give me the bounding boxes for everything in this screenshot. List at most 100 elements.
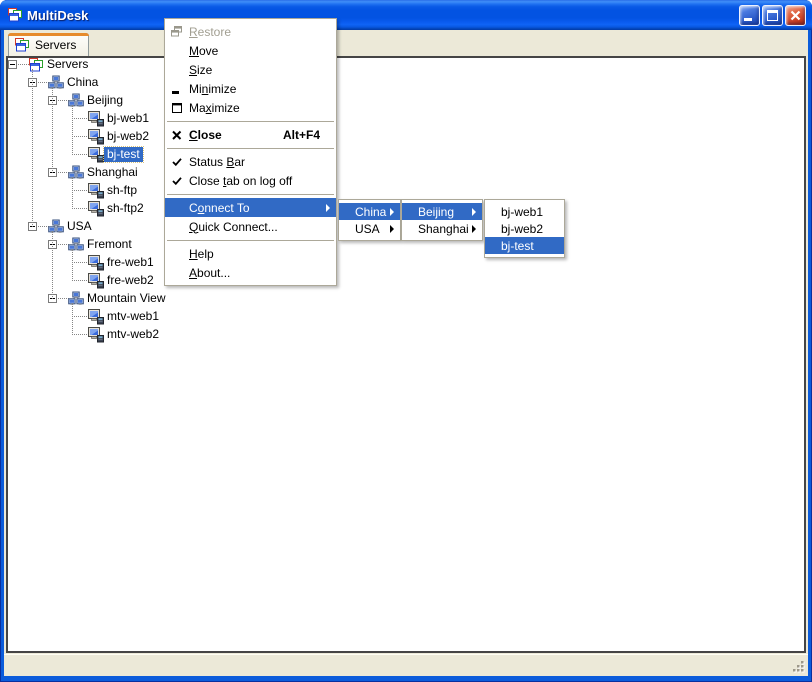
tree-connector (72, 249, 74, 281)
tree-label: Servers (44, 57, 91, 72)
computer-icon (88, 309, 104, 325)
multidesk-icon (28, 57, 44, 73)
titlebar: MultiDesk (0, 0, 812, 30)
menu-item-move[interactable]: Move (165, 41, 336, 60)
computer-icon (88, 147, 104, 163)
tree-connector (72, 262, 89, 264)
no-icon (165, 201, 189, 215)
tab-servers[interactable]: Servers (8, 33, 89, 56)
submenu-arrow-icon (326, 204, 330, 212)
tree-row-mountain-view[interactable]: Mountain View (8, 290, 804, 308)
tree-row-mtv-web1[interactable]: mtv-web1 (8, 308, 804, 326)
server-tree: ServersChinaBeijingbj-web1bj-web2bj-test… (6, 56, 806, 653)
tree-connector (72, 118, 89, 120)
submenu-arrow-icon (472, 225, 476, 233)
tree-label: Beijing (84, 93, 126, 108)
menu-item-help[interactable]: Help (165, 244, 336, 263)
tree-row-beijing[interactable]: Beijing (8, 92, 804, 110)
minimize-button[interactable] (739, 5, 760, 26)
tree-row-servers[interactable]: Servers (8, 56, 804, 74)
submenu-arrow-icon (472, 208, 476, 216)
menu-item-about[interactable]: About... (165, 263, 336, 282)
client-area: Servers ServersChinaBeijingbj-web1bj-web… (4, 30, 808, 654)
tree-label: bj-web1 (104, 111, 152, 126)
tree-connector (72, 190, 89, 192)
no-icon (165, 63, 189, 77)
no-icon (165, 266, 189, 280)
submenu-arrow-icon (390, 225, 394, 233)
menu-item-quick-connect[interactable]: Quick Connect... (165, 217, 336, 236)
site-icon (68, 93, 84, 109)
tree-label: USA (64, 219, 95, 234)
tree-row-bj-test[interactable]: bj-test (8, 146, 804, 164)
site-icon (48, 75, 64, 91)
menu-item-size[interactable]: Size (165, 60, 336, 79)
tree-label: sh-ftp2 (104, 201, 147, 216)
tree-label: China (64, 75, 101, 90)
submenu-item-bj-web1[interactable]: bj-web1 (485, 203, 564, 220)
computer-icon (88, 201, 104, 217)
close-icon (789, 9, 802, 22)
menu-item-minimize[interactable]: Minimize (165, 79, 336, 98)
submenu-item-bj-test[interactable]: bj-test (485, 237, 564, 254)
tree-connector (52, 231, 54, 299)
tab-label: Servers (35, 38, 76, 52)
tree-row-china[interactable]: China (8, 74, 804, 92)
tree-label: bj-test (104, 147, 143, 162)
multidesk-icon (7, 7, 23, 23)
tree-connector (52, 87, 54, 173)
tab-strip: Servers (4, 30, 808, 56)
tree-row-bj-web1[interactable]: bj-web1 (8, 110, 804, 128)
tree-connector (72, 316, 89, 318)
window: MultiDesk Servers ServersChinaBeijingbj-… (0, 0, 812, 682)
check-icon (165, 174, 189, 188)
site-icon (68, 165, 84, 181)
tree-label: mtv-web2 (104, 327, 162, 342)
menu-shortcut: Alt+F4 (283, 128, 336, 142)
submenu-item-usa[interactable]: USA (339, 220, 400, 237)
no-icon (165, 220, 189, 234)
tree-row-fre-web2[interactable]: fre-web2 (8, 272, 804, 290)
restore-icon (165, 25, 189, 39)
menu-item-close-tab-on-log-off[interactable]: Close tab on log off (165, 171, 336, 190)
menu-item-status-bar[interactable]: Status Bar (165, 152, 336, 171)
submenu-cities: BeijingShanghai (401, 199, 483, 241)
minimize-glyph-icon (165, 82, 189, 96)
tree-row-mtv-web2[interactable]: mtv-web2 (8, 326, 804, 344)
tree-label: Mountain View (84, 291, 169, 306)
tree-label: fre-web2 (104, 273, 157, 288)
maximize-glyph-icon (165, 101, 189, 115)
tree-connector (72, 154, 89, 156)
minimize-icon (744, 18, 752, 21)
tree-connector (72, 177, 74, 209)
tree-row-sh-ftp[interactable]: sh-ftp (8, 182, 804, 200)
maximize-button[interactable] (762, 5, 783, 26)
resize-grip[interactable] (793, 661, 806, 674)
window-title: MultiDesk (27, 8, 88, 23)
submenu-item-bj-web2[interactable]: bj-web2 (485, 220, 564, 237)
tree-label: fre-web1 (104, 255, 157, 270)
tree-connector (32, 69, 34, 227)
computer-icon (88, 183, 104, 199)
submenu-servers: bj-web1bj-web2bj-test (484, 199, 565, 258)
close-button[interactable] (785, 5, 806, 26)
tree-row-bj-web2[interactable]: bj-web2 (8, 128, 804, 146)
menu-separator (165, 190, 336, 198)
menu-item-maximize[interactable]: Maximize (165, 98, 336, 117)
tree-label: Fremont (84, 237, 135, 252)
submenu-item-shanghai[interactable]: Shanghai (402, 220, 482, 237)
tree-row-shanghai[interactable]: Shanghai (8, 164, 804, 182)
site-icon (68, 237, 84, 253)
menu-item-close[interactable]: CloseAlt+F4 (165, 125, 336, 144)
computer-icon (88, 111, 104, 127)
tree-connector (72, 136, 89, 138)
tree-connector (72, 280, 89, 282)
titlebar-buttons (739, 5, 806, 26)
maximize-icon (767, 10, 778, 21)
submenu-item-china[interactable]: China (339, 203, 400, 220)
tree-row-fre-web1[interactable]: fre-web1 (8, 254, 804, 272)
collapse-toggle-icon[interactable] (8, 60, 17, 69)
submenu-item-beijing[interactable]: Beijing (402, 203, 482, 220)
menu-item-connect-to[interactable]: Connect To (165, 198, 336, 217)
tree-label: mtv-web1 (104, 309, 162, 324)
